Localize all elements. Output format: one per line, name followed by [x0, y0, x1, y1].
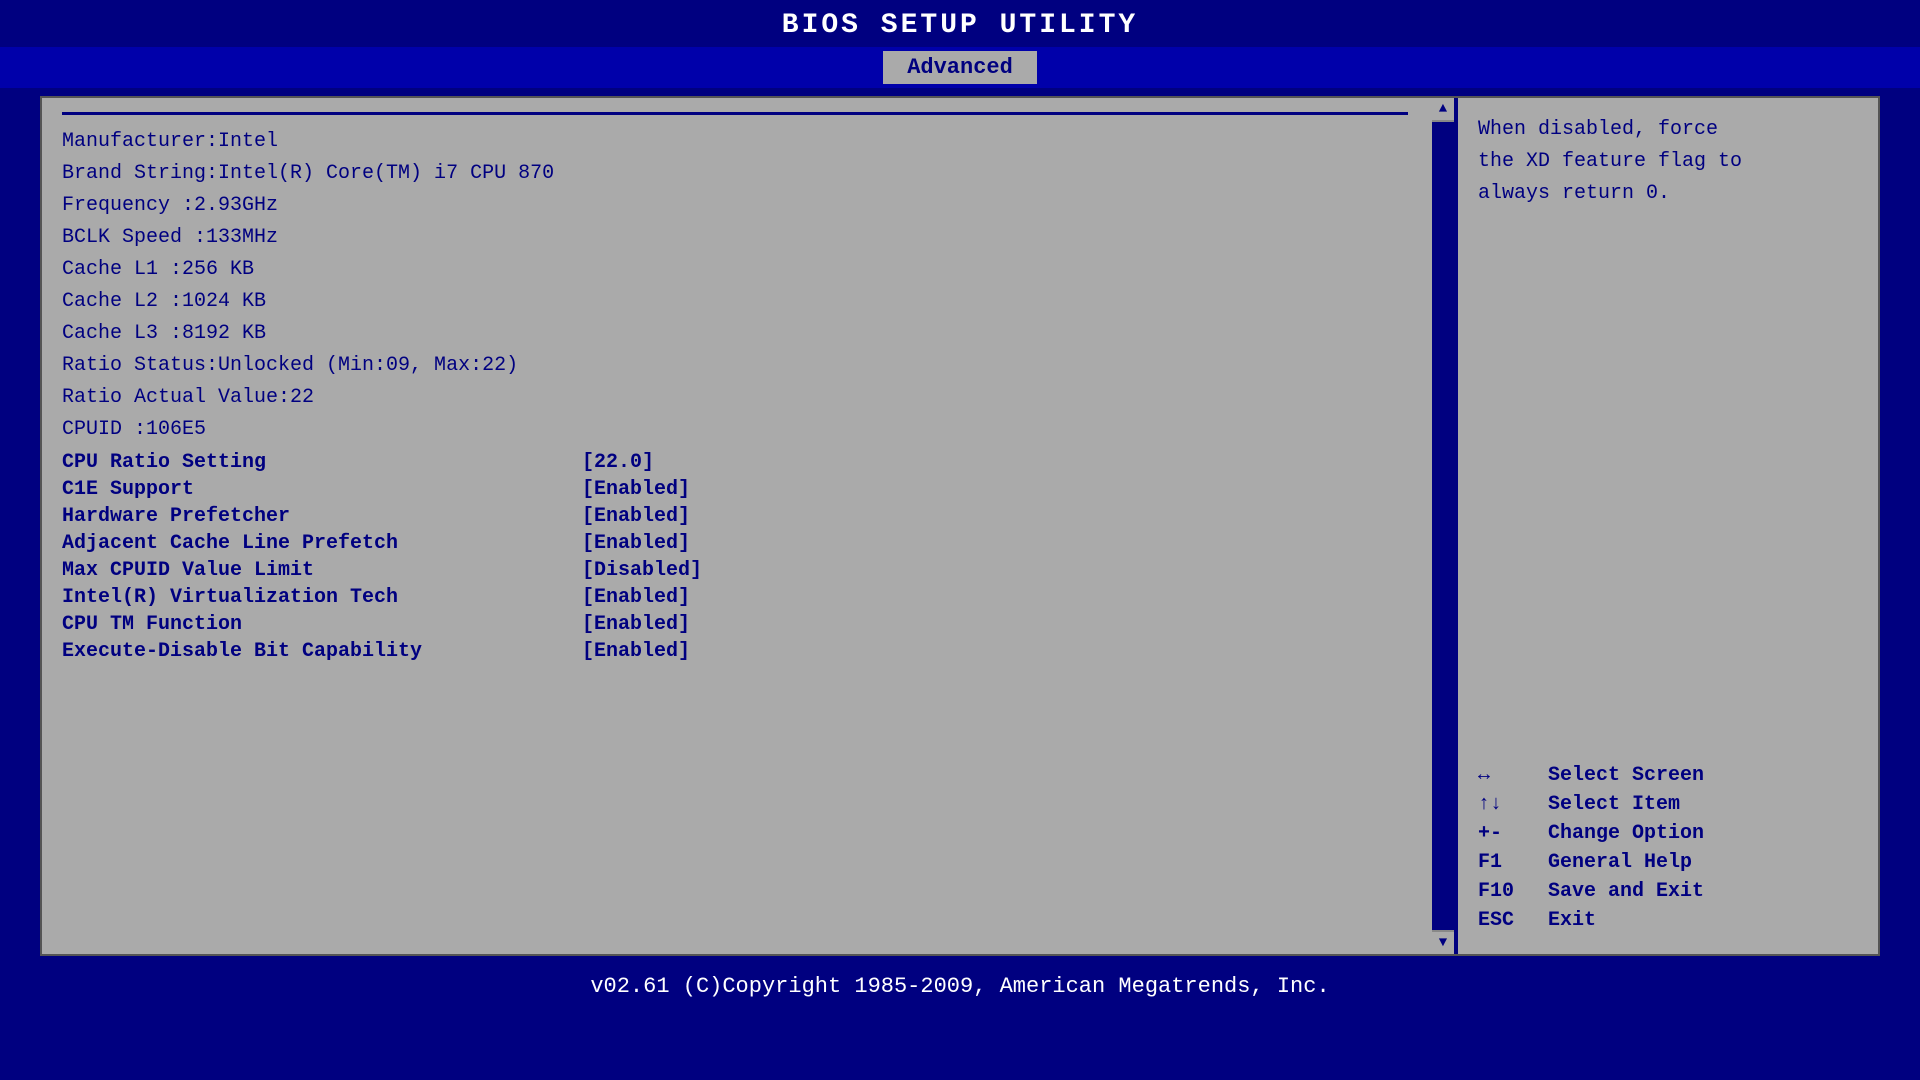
setting-label: Adjacent Cache Line Prefetch [62, 532, 582, 555]
setting-value: [Enabled] [582, 640, 690, 663]
cpu-info-row: Ratio Status:Unlocked (Min:09, Max:22) [62, 351, 1434, 381]
key-description: Select Item [1548, 793, 1680, 816]
cpu-info-row: Cache L1 :256 KB [62, 255, 1434, 285]
setting-label: CPU TM Function [62, 613, 582, 636]
key-symbol: ↔ [1478, 764, 1548, 787]
left-panel: Manufacturer:IntelBrand String:Intel(R) … [42, 98, 1458, 954]
scrollbar-down-arrow[interactable]: ▼ [1432, 932, 1454, 954]
settings-section: CPU Ratio Setting[22.0]C1E Support[Enabl… [62, 451, 1434, 663]
cpu-info-row: Cache L2 :1024 KB [62, 287, 1434, 317]
title-text: BIOS SETUP UTILITY [782, 10, 1138, 41]
setting-label: Max CPUID Value Limit [62, 559, 582, 582]
setting-label: CPU Ratio Setting [62, 451, 582, 474]
key-help-row: ↔Select Screen [1478, 764, 1858, 787]
key-description: General Help [1548, 851, 1692, 874]
setting-row[interactable]: Max CPUID Value Limit[Disabled] [62, 559, 1434, 582]
key-help-row: F10Save and Exit [1478, 880, 1858, 903]
setting-value: [22.0] [582, 451, 654, 474]
right-panel: When disabled, force the XD feature flag… [1458, 98, 1878, 954]
key-help-row: ESCExit [1478, 909, 1858, 932]
tab-advanced[interactable]: Advanced [883, 51, 1037, 84]
cpu-info-row: Manufacturer:Intel [62, 127, 1434, 157]
help-line2: the XD feature flag to [1478, 146, 1858, 178]
key-help-row: +-Change Option [1478, 822, 1858, 845]
cpu-info-row: Frequency :2.93GHz [62, 191, 1434, 221]
setting-label: Execute-Disable Bit Capability [62, 640, 582, 663]
footer: v02.61 (C)Copyright 1985-2009, American … [0, 964, 1920, 1009]
setting-row[interactable]: Execute-Disable Bit Capability[Enabled] [62, 640, 1434, 663]
setting-value: [Enabled] [582, 532, 690, 555]
main-container: Manufacturer:IntelBrand String:Intel(R) … [40, 96, 1880, 956]
cpu-info-row: Brand String:Intel(R) Core(TM) i7 CPU 87… [62, 159, 1434, 189]
setting-label: C1E Support [62, 478, 582, 501]
cpu-info-row: CPUID :106E5 [62, 415, 1434, 445]
cpu-info-row: BCLK Speed :133MHz [62, 223, 1434, 253]
key-description: Change Option [1548, 822, 1704, 845]
help-text: When disabled, force the XD feature flag… [1478, 114, 1858, 764]
scrollbar-up-arrow[interactable]: ▲ [1432, 98, 1454, 120]
key-symbol: F1 [1478, 851, 1548, 874]
cpu-info-row: Ratio Actual Value:22 [62, 383, 1434, 413]
cpu-info-row: Cache L3 :8192 KB [62, 319, 1434, 349]
setting-value: [Enabled] [582, 505, 690, 528]
title-bar: BIOS SETUP UTILITY [0, 0, 1920, 47]
setting-row[interactable]: CPU TM Function[Enabled] [62, 613, 1434, 636]
scrollbar[interactable]: ▲ ▼ [1432, 98, 1454, 954]
setting-value: [Enabled] [582, 613, 690, 636]
setting-row[interactable]: CPU Ratio Setting[22.0] [62, 451, 1434, 474]
setting-row[interactable]: Intel(R) Virtualization Tech[Enabled] [62, 586, 1434, 609]
key-description: Select Screen [1548, 764, 1704, 787]
setting-value: [Enabled] [582, 478, 690, 501]
help-line1: When disabled, force [1478, 114, 1858, 146]
setting-label: Hardware Prefetcher [62, 505, 582, 528]
scrollbar-thumb[interactable] [1432, 122, 1454, 930]
key-description: Exit [1548, 909, 1596, 932]
setting-label: Intel(R) Virtualization Tech [62, 586, 582, 609]
key-symbol: ESC [1478, 909, 1548, 932]
help-line3: always return 0. [1478, 178, 1858, 210]
key-help-row: ↑↓Select Item [1478, 793, 1858, 816]
setting-row[interactable]: Hardware Prefetcher[Enabled] [62, 505, 1434, 528]
footer-text: v02.61 (C)Copyright 1985-2009, American … [590, 974, 1329, 999]
setting-row[interactable]: C1E Support[Enabled] [62, 478, 1434, 501]
tab-bar: Advanced [0, 47, 1920, 88]
key-symbol: +- [1478, 822, 1548, 845]
top-separator [62, 112, 1408, 115]
cpu-info-section: Manufacturer:IntelBrand String:Intel(R) … [62, 127, 1434, 445]
key-symbol: ↑↓ [1478, 793, 1548, 816]
key-description: Save and Exit [1548, 880, 1704, 903]
key-help-section: ↔Select Screen↑↓Select Item+-Change Opti… [1478, 764, 1858, 938]
key-symbol: F10 [1478, 880, 1548, 903]
setting-value: [Enabled] [582, 586, 690, 609]
key-help-row: F1General Help [1478, 851, 1858, 874]
setting-row[interactable]: Adjacent Cache Line Prefetch[Enabled] [62, 532, 1434, 555]
setting-value: [Disabled] [582, 559, 702, 582]
